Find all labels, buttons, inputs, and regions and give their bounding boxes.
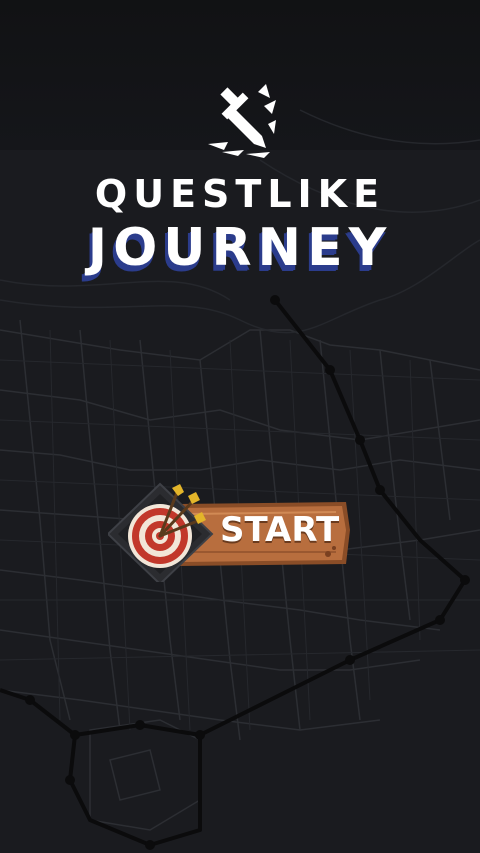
title-line-2: JOURNEY (87, 218, 393, 278)
start-button-label: START (220, 510, 340, 550)
title-line-1: QUESTLIKE (94, 172, 386, 216)
game-logo: QUESTLIKE JOURNEY (0, 80, 480, 278)
sword-icon (208, 84, 276, 158)
start-button[interactable]: START (108, 482, 358, 582)
target-icon (128, 484, 206, 568)
